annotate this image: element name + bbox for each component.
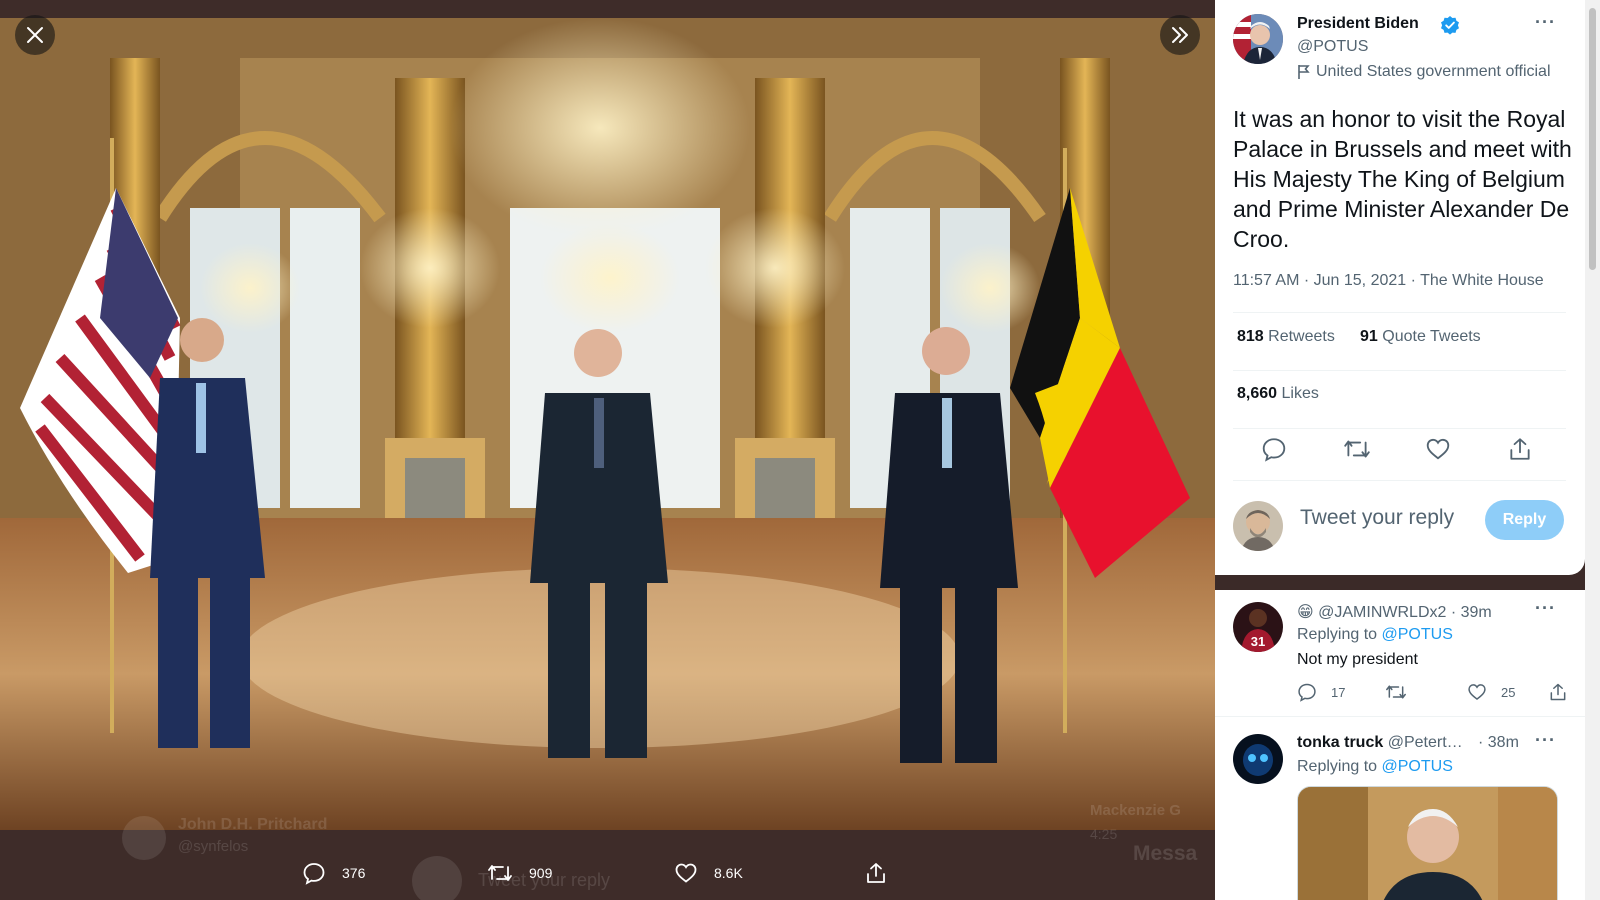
chevrons-right-icon bbox=[1172, 27, 1188, 43]
media-like-count: 8.6K bbox=[714, 865, 743, 881]
media-reply-count: 376 bbox=[342, 865, 366, 881]
reply-icon bbox=[303, 863, 325, 885]
verified-badge-icon bbox=[1441, 16, 1459, 35]
ghost-other-time: 4:25 bbox=[1090, 826, 1118, 842]
author-handle[interactable]: @POTUS bbox=[1297, 38, 1368, 56]
reply-avatar[interactable]: 31 bbox=[1233, 602, 1283, 652]
reply-like-count: 25 bbox=[1501, 684, 1516, 700]
scrollbar[interactable] bbox=[1585, 0, 1600, 900]
divider bbox=[1233, 428, 1566, 429]
scrollbar-thumb[interactable] bbox=[1589, 8, 1596, 270]
retweets-count: 818 bbox=[1237, 328, 1264, 345]
tweet-retweet-button[interactable] bbox=[1343, 436, 1370, 462]
svg-text:31: 31 bbox=[1251, 634, 1265, 649]
media-share-button[interactable] bbox=[864, 855, 904, 891]
media-viewer: John D.H. Pritchard @synfelos Tweet your… bbox=[0, 0, 1215, 900]
tweet-timestamp[interactable]: 11:57 AM · Jun 15, 2021 · The White Hous… bbox=[1233, 272, 1544, 290]
replying-to-link[interactable]: @POTUS bbox=[1382, 626, 1453, 643]
tweet-like-button[interactable] bbox=[1425, 436, 1451, 462]
reply-button[interactable]: Reply bbox=[1485, 500, 1564, 540]
tweet-photo[interactable] bbox=[0, 18, 1215, 830]
like-icon bbox=[1468, 684, 1486, 701]
reply-share-button[interactable] bbox=[1548, 682, 1582, 702]
quotes-count: 91 bbox=[1360, 328, 1378, 345]
media-like-button[interactable]: 8.6K bbox=[674, 855, 743, 891]
reply-more-button[interactable]: ··· bbox=[1535, 730, 1556, 751]
tweet-detail-panel: President Biden @POTUS ··· United States… bbox=[1215, 0, 1585, 575]
user-avatar-image bbox=[1233, 501, 1283, 551]
likes-count: 8,660 bbox=[1237, 385, 1278, 402]
replying-to-link[interactable]: @POTUS bbox=[1382, 758, 1453, 775]
reply-input[interactable]: Tweet your reply bbox=[1300, 506, 1454, 530]
reply-text: Not my president bbox=[1297, 651, 1418, 668]
likes-stat[interactable]: 8,660 Likes bbox=[1237, 385, 1319, 403]
reply-header: tonka truck @Petert… bbox=[1297, 734, 1463, 752]
government-label: United States government official bbox=[1316, 63, 1551, 80]
media-action-bar: 376 909 8.6K bbox=[0, 855, 1215, 891]
flag-icon bbox=[1298, 65, 1310, 79]
like-icon bbox=[1426, 438, 1450, 460]
reply-like-button[interactable]: 25 bbox=[1467, 682, 1515, 702]
reply-header: 😁 @JAMINWRLDx2 · 39m bbox=[1297, 602, 1492, 622]
reply-handle[interactable]: @JAMINWRLDx2 bbox=[1318, 604, 1446, 621]
retweet-icon bbox=[1344, 440, 1370, 458]
author-avatar[interactable] bbox=[1233, 14, 1283, 64]
ghost-name: John D.H. Pritchard bbox=[178, 816, 328, 833]
reply-retweet-button[interactable] bbox=[1385, 682, 1421, 702]
replying-to: Replying to @POTUS bbox=[1297, 626, 1453, 644]
reply-attached-photo[interactable] bbox=[1297, 786, 1558, 900]
reply-handle[interactable]: @Petert… bbox=[1388, 734, 1463, 751]
palace-scene-illustration bbox=[0, 18, 1215, 830]
tweet-share-button[interactable] bbox=[1507, 436, 1533, 462]
retweets-label: Retweets bbox=[1268, 328, 1335, 345]
close-button[interactable] bbox=[15, 15, 55, 55]
reply-reply-count: 17 bbox=[1331, 684, 1346, 700]
divider bbox=[1233, 312, 1566, 313]
reply-name[interactable]: tonka truck bbox=[1297, 734, 1383, 751]
tweet-text: It was an honor to visit the Royal Palac… bbox=[1233, 106, 1572, 252]
biden-avatar-image bbox=[1233, 14, 1283, 64]
reply-icon bbox=[1298, 683, 1316, 702]
reply-icon bbox=[1262, 438, 1286, 462]
divider bbox=[1233, 370, 1566, 371]
replying-prefix: Replying to bbox=[1297, 758, 1378, 775]
reply-time[interactable]: · 39m bbox=[1451, 604, 1492, 621]
replies-list: 31 😁 @JAMINWRLDx2 · 39m ··· Replying to … bbox=[1215, 590, 1585, 900]
retweet-icon bbox=[488, 865, 512, 881]
reply-more-button[interactable]: ··· bbox=[1535, 598, 1556, 619]
ghost-avatar bbox=[122, 816, 166, 860]
retweets-stat[interactable]: 818 Retweets bbox=[1237, 328, 1335, 346]
share-icon bbox=[867, 863, 885, 883]
tweet-reply-button[interactable] bbox=[1261, 436, 1287, 462]
quote-tweets-stat[interactable]: 91 Quote Tweets bbox=[1360, 328, 1481, 346]
share-icon bbox=[1550, 683, 1566, 701]
reply-avatar[interactable] bbox=[1233, 734, 1283, 784]
like-icon bbox=[675, 863, 697, 883]
ghost-handle: @synfelos bbox=[178, 838, 249, 855]
reply-reply-button[interactable]: 17 bbox=[1297, 682, 1345, 702]
share-icon bbox=[1510, 438, 1530, 460]
likes-label: Likes bbox=[1281, 385, 1319, 402]
ghost-other-name: Mackenzie G bbox=[1090, 802, 1181, 819]
current-user-avatar[interactable] bbox=[1233, 501, 1283, 551]
reply-divider bbox=[1215, 716, 1585, 717]
retweet-icon bbox=[1386, 685, 1406, 699]
alien-avatar-image bbox=[1233, 734, 1283, 784]
reply-time[interactable]: · 38m bbox=[1478, 734, 1519, 752]
more-options-button[interactable]: ··· bbox=[1535, 12, 1556, 33]
media-retweet-count: 909 bbox=[529, 865, 553, 881]
media-retweet-button[interactable]: 909 bbox=[487, 855, 552, 891]
divider bbox=[1233, 480, 1566, 481]
replying-to: Replying to @POTUS bbox=[1297, 758, 1453, 776]
reply-emoji: 😁 bbox=[1297, 604, 1314, 621]
media-reply-button[interactable]: 376 bbox=[302, 855, 365, 891]
quotes-label: Quote Tweets bbox=[1382, 328, 1481, 345]
close-icon bbox=[27, 27, 43, 43]
expand-panel-button[interactable] bbox=[1160, 15, 1200, 55]
attached-photo-image bbox=[1298, 787, 1557, 900]
football-player-avatar-image: 31 bbox=[1233, 602, 1283, 652]
replying-prefix: Replying to bbox=[1297, 626, 1378, 643]
author-name[interactable]: President Biden bbox=[1297, 15, 1419, 33]
